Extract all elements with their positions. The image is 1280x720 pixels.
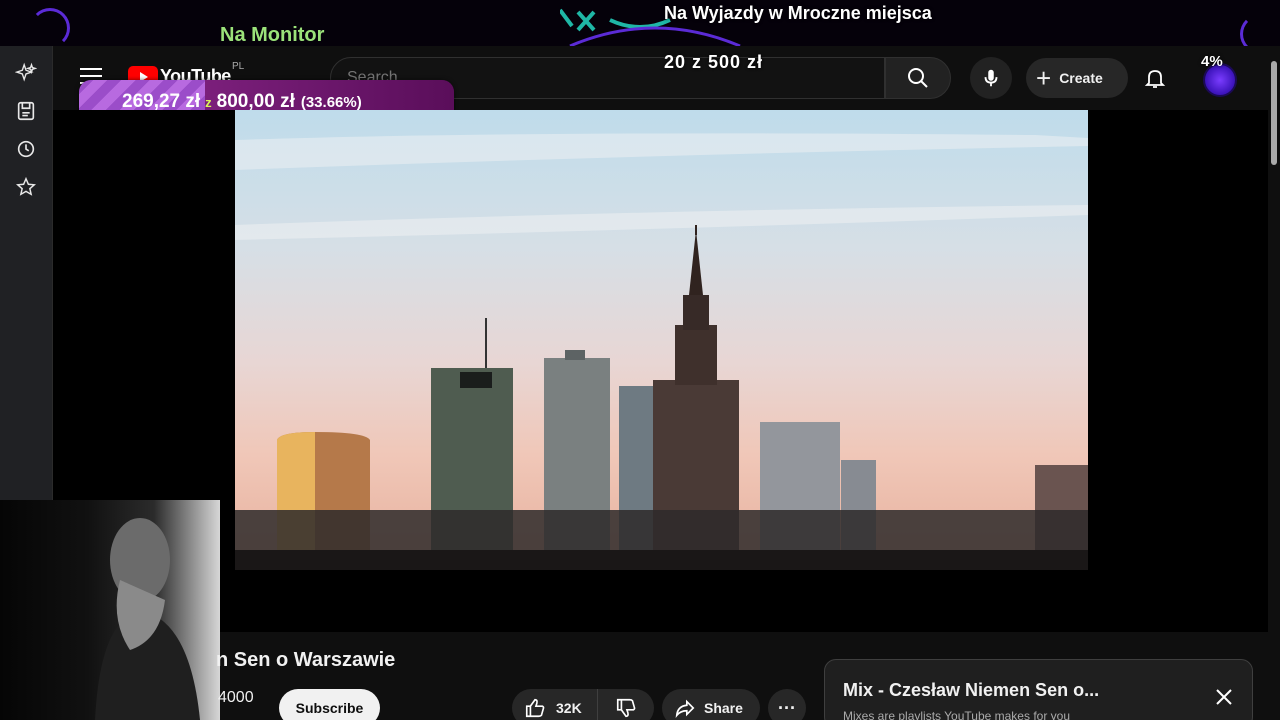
subscribe-button[interactable]: Subscribe	[279, 689, 380, 720]
country-code: PL	[232, 61, 245, 72]
video-frame-warsaw-skyline[interactable]	[235, 110, 1088, 570]
mix-playlist-panel[interactable]: Mix - Czesław Niemen Sen o... Mixes are …	[824, 659, 1253, 720]
browser-side-panel	[0, 46, 53, 500]
like-count: 32K	[556, 700, 582, 716]
notifications-button[interactable]	[1139, 62, 1171, 94]
voice-search-button[interactable]	[970, 57, 1012, 99]
goal-percent: 4%	[1201, 53, 1223, 70]
goal-count: 20 z 500 zł	[664, 52, 764, 72]
share-label: Share	[704, 700, 743, 716]
streamer-silhouette	[95, 518, 200, 720]
page-scrollbar[interactable]	[1268, 46, 1280, 720]
stream-overlay-bar	[0, 0, 1280, 54]
thumbs-up-icon	[525, 698, 545, 718]
monitor-label: Na Monitor	[220, 24, 325, 46]
save-icon[interactable]	[15, 100, 37, 122]
create-button[interactable]: + Create	[1026, 58, 1128, 98]
close-icon[interactable]	[1215, 688, 1233, 706]
donation-separator: z	[205, 95, 212, 110]
like-dislike-group: 32K	[512, 689, 654, 720]
sparkle-icon[interactable]	[15, 62, 37, 84]
goal-title: Na Wyjazdy w Mroczne miejsca	[664, 3, 932, 23]
history-icon[interactable]	[15, 138, 37, 160]
create-label: Create	[1059, 70, 1103, 86]
scrollbar-thumb[interactable]	[1271, 61, 1277, 165]
share-button[interactable]: Share	[662, 689, 760, 720]
search-icon	[908, 68, 928, 88]
share-icon	[675, 699, 695, 719]
dislike-button[interactable]	[598, 689, 654, 720]
thumbs-down-icon	[616, 698, 636, 718]
webcam-overlay	[0, 500, 220, 720]
donation-percent: (33.66%)	[300, 94, 362, 111]
microphone-icon	[984, 69, 998, 87]
mix-title: Mix - Czesław Niemen Sen o...	[843, 680, 1100, 700]
star-icon[interactable]	[15, 176, 37, 198]
mix-subtitle: Mixes are playlists YouTube makes for yo…	[843, 709, 1070, 720]
more-actions-button[interactable]: ···	[768, 689, 806, 720]
like-button[interactable]: 32K	[512, 689, 598, 720]
plus-icon: +	[1036, 63, 1052, 93]
subscriber-count: 4000	[218, 689, 254, 706]
search-button[interactable]	[885, 57, 951, 99]
video-title: n Sen o Warszawie	[216, 649, 396, 671]
overlay-decoration-left	[30, 8, 70, 48]
bell-icon	[1144, 70, 1166, 88]
skyline-illustration	[235, 133, 1088, 570]
